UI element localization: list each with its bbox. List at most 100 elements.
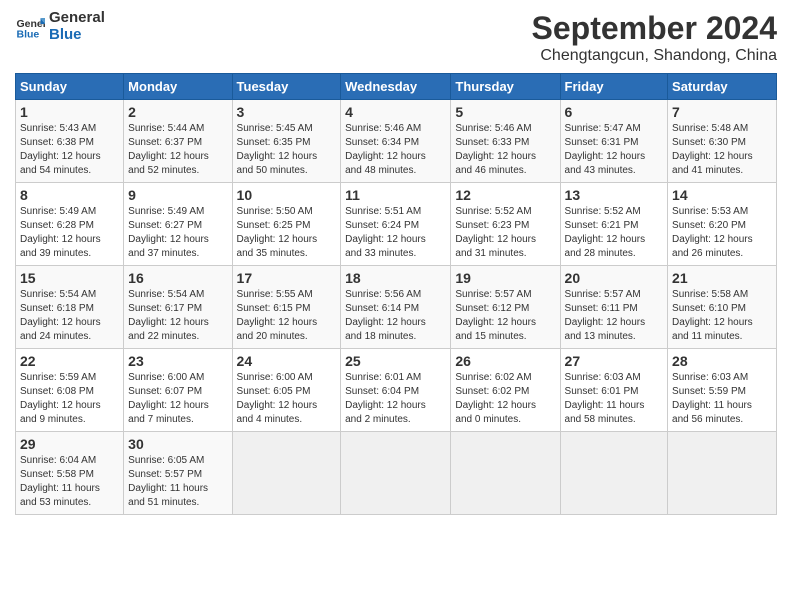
day-info: Sunrise: 5:55 AM Sunset: 6:15 PM Dayligh…: [237, 288, 337, 344]
table-row: 12Sunrise: 5:52 AM Sunset: 6:23 PM Dayli…: [451, 183, 560, 266]
day-info: Sunrise: 6:03 AM Sunset: 6:01 PM Dayligh…: [565, 371, 664, 427]
day-number: 6: [565, 104, 664, 120]
calendar-table: Sunday Monday Tuesday Wednesday Thursday…: [15, 73, 777, 515]
day-info: Sunrise: 5:53 AM Sunset: 6:20 PM Dayligh…: [672, 205, 772, 261]
day-info: Sunrise: 5:45 AM Sunset: 6:35 PM Dayligh…: [237, 122, 337, 178]
table-row: 9 Sunrise: 5:49 AM Sunset: 6:27 PM Daylig…: [124, 183, 232, 266]
day-info: Sunrise: 6:04 AM Sunset: 5:58 PM Dayligh…: [20, 454, 119, 510]
day-info: Sunrise: 5:57 AM Sunset: 6:12 PM Dayligh…: [455, 288, 555, 344]
calendar-subtitle: Chengtangcun, Shandong, China: [532, 47, 777, 65]
table-row: 13 Sunrise: 5:52 AM Sunset: 6:21 PM Dayli…: [560, 183, 668, 266]
logo-general: General: [49, 10, 105, 27]
day-info: Sunrise: 6:01 AM Sunset: 6:04 PM Dayligh…: [345, 371, 446, 427]
table-row: 10Sunrise: 5:50 AM Sunset: 6:25 PM Dayli…: [232, 183, 341, 266]
day-number: 3: [237, 104, 337, 120]
table-row: [341, 432, 451, 515]
day-info: Sunrise: 5:54 AM Sunset: 6:18 PM Dayligh…: [20, 288, 119, 344]
day-info: Sunrise: 5:56 AM Sunset: 6:14 PM Dayligh…: [345, 288, 446, 344]
day-info: Sunrise: 6:02 AM Sunset: 6:02 PM Dayligh…: [455, 371, 555, 427]
calendar-container: General Blue General Blue September 2024…: [0, 0, 792, 525]
table-row: 5 Sunrise: 5:46 AM Sunset: 6:33 PM Daylig…: [451, 100, 560, 183]
table-row: 14 Sunrise: 5:53 AM Sunset: 6:20 PM Dayli…: [668, 183, 777, 266]
table-row: 7Sunrise: 5:48 AM Sunset: 6:30 PM Daylig…: [668, 100, 777, 183]
table-row: 15 Sunrise: 5:54 AM Sunset: 6:18 PM Dayli…: [16, 266, 124, 349]
table-row: 28 Sunrise: 6:03 AM Sunset: 5:59 PM Dayli…: [668, 349, 777, 432]
calendar-title: September 2024: [532, 10, 777, 47]
day-number: 14: [672, 187, 772, 203]
title-block: September 2024 Chengtangcun, Shandong, C…: [532, 10, 777, 65]
day-number: 22: [20, 353, 119, 369]
day-info: Sunrise: 5:50 AM Sunset: 6:25 PM Dayligh…: [237, 205, 337, 261]
day-number: 9: [128, 187, 227, 203]
day-info: Sunrise: 6:03 AM Sunset: 5:59 PM Dayligh…: [672, 371, 772, 427]
table-row: 4 Sunrise: 5:46 AM Sunset: 6:34 PM Daylig…: [341, 100, 451, 183]
day-number: 20: [565, 270, 664, 286]
table-row: 11Sunrise: 5:51 AM Sunset: 6:24 PM Dayli…: [341, 183, 451, 266]
table-row: 23 Sunrise: 6:00 AM Sunset: 6:07 PM Dayli…: [124, 349, 232, 432]
day-number: 30: [128, 436, 227, 452]
day-info: Sunrise: 5:58 AM Sunset: 6:10 PM Dayligh…: [672, 288, 772, 344]
day-number: 26: [455, 353, 555, 369]
day-number: 29: [20, 436, 119, 452]
table-row: 3 Sunrise: 5:45 AM Sunset: 6:35 PM Daylig…: [232, 100, 341, 183]
day-info: Sunrise: 5:46 AM Sunset: 6:34 PM Dayligh…: [345, 122, 446, 178]
table-row: [232, 432, 341, 515]
day-info: Sunrise: 5:49 AM Sunset: 6:27 PM Dayligh…: [128, 205, 227, 261]
logo-icon: General Blue: [15, 12, 45, 42]
day-number: 27: [565, 353, 664, 369]
logo-blue: Blue: [49, 27, 105, 44]
day-info: Sunrise: 5:46 AM Sunset: 6:33 PM Dayligh…: [455, 122, 555, 178]
table-row: 30 Sunrise: 6:05 AM Sunset: 5:57 PM Dayli…: [124, 432, 232, 515]
table-row: 6 Sunrise: 5:47 AM Sunset: 6:31 PM Daylig…: [560, 100, 668, 183]
col-thursday: Thursday: [451, 74, 560, 100]
table-row: 2Sunrise: 5:44 AM Sunset: 6:37 PM Daylig…: [124, 100, 232, 183]
table-row: 24 Sunrise: 6:00 AM Sunset: 6:05 PM Dayli…: [232, 349, 341, 432]
table-row: 21Sunrise: 5:58 AM Sunset: 6:10 PM Dayli…: [668, 266, 777, 349]
day-number: 13: [565, 187, 664, 203]
day-number: 19: [455, 270, 555, 286]
day-info: Sunrise: 5:43 AM Sunset: 6:38 PM Dayligh…: [20, 122, 119, 178]
day-info: Sunrise: 5:54 AM Sunset: 6:17 PM Dayligh…: [128, 288, 227, 344]
day-number: 17: [237, 270, 337, 286]
day-info: Sunrise: 5:51 AM Sunset: 6:24 PM Dayligh…: [345, 205, 446, 261]
day-number: 7: [672, 104, 772, 120]
col-monday: Monday: [124, 74, 232, 100]
table-row: 26 Sunrise: 6:02 AM Sunset: 6:02 PM Dayli…: [451, 349, 560, 432]
day-number: 4: [345, 104, 446, 120]
day-info: Sunrise: 5:47 AM Sunset: 6:31 PM Dayligh…: [565, 122, 664, 178]
day-number: 8: [20, 187, 119, 203]
table-row: 22 Sunrise: 5:59 AM Sunset: 6:08 PM Dayli…: [16, 349, 124, 432]
day-number: 2: [128, 104, 227, 120]
table-row: [668, 432, 777, 515]
day-info: Sunrise: 6:00 AM Sunset: 6:07 PM Dayligh…: [128, 371, 227, 427]
day-info: Sunrise: 5:49 AM Sunset: 6:28 PM Dayligh…: [20, 205, 119, 261]
table-row: 17 Sunrise: 5:55 AM Sunset: 6:15 PM Dayli…: [232, 266, 341, 349]
day-number: 23: [128, 353, 227, 369]
col-wednesday: Wednesday: [341, 74, 451, 100]
day-number: 24: [237, 353, 337, 369]
day-number: 5: [455, 104, 555, 120]
col-sunday: Sunday: [16, 74, 124, 100]
day-info: Sunrise: 5:52 AM Sunset: 6:21 PM Dayligh…: [565, 205, 664, 261]
svg-text:Blue: Blue: [17, 28, 40, 40]
header: General Blue General Blue September 2024…: [15, 10, 777, 65]
table-row: [451, 432, 560, 515]
table-row: 27 Sunrise: 6:03 AM Sunset: 6:01 PM Dayli…: [560, 349, 668, 432]
table-row: 18Sunrise: 5:56 AM Sunset: 6:14 PM Dayli…: [341, 266, 451, 349]
table-row: 29 Sunrise: 6:04 AM Sunset: 5:58 PM Dayli…: [16, 432, 124, 515]
day-number: 28: [672, 353, 772, 369]
table-row: [560, 432, 668, 515]
table-row: 20Sunrise: 5:57 AM Sunset: 6:11 PM Dayli…: [560, 266, 668, 349]
table-row: 25 Sunrise: 6:01 AM Sunset: 6:04 PM Dayli…: [341, 349, 451, 432]
day-number: 25: [345, 353, 446, 369]
table-row: 1Sunrise: 5:43 AM Sunset: 6:38 PM Daylig…: [16, 100, 124, 183]
day-number: 16: [128, 270, 227, 286]
day-info: Sunrise: 5:52 AM Sunset: 6:23 PM Dayligh…: [455, 205, 555, 261]
logo: General Blue General Blue: [15, 10, 105, 43]
day-info: Sunrise: 5:59 AM Sunset: 6:08 PM Dayligh…: [20, 371, 119, 427]
table-row: 19 Sunrise: 5:57 AM Sunset: 6:12 PM Dayli…: [451, 266, 560, 349]
day-info: Sunrise: 6:00 AM Sunset: 6:05 PM Dayligh…: [237, 371, 337, 427]
day-info: Sunrise: 6:05 AM Sunset: 5:57 PM Dayligh…: [128, 454, 227, 510]
table-row: 8 Sunrise: 5:49 AM Sunset: 6:28 PM Daylig…: [16, 183, 124, 266]
day-number: 15: [20, 270, 119, 286]
